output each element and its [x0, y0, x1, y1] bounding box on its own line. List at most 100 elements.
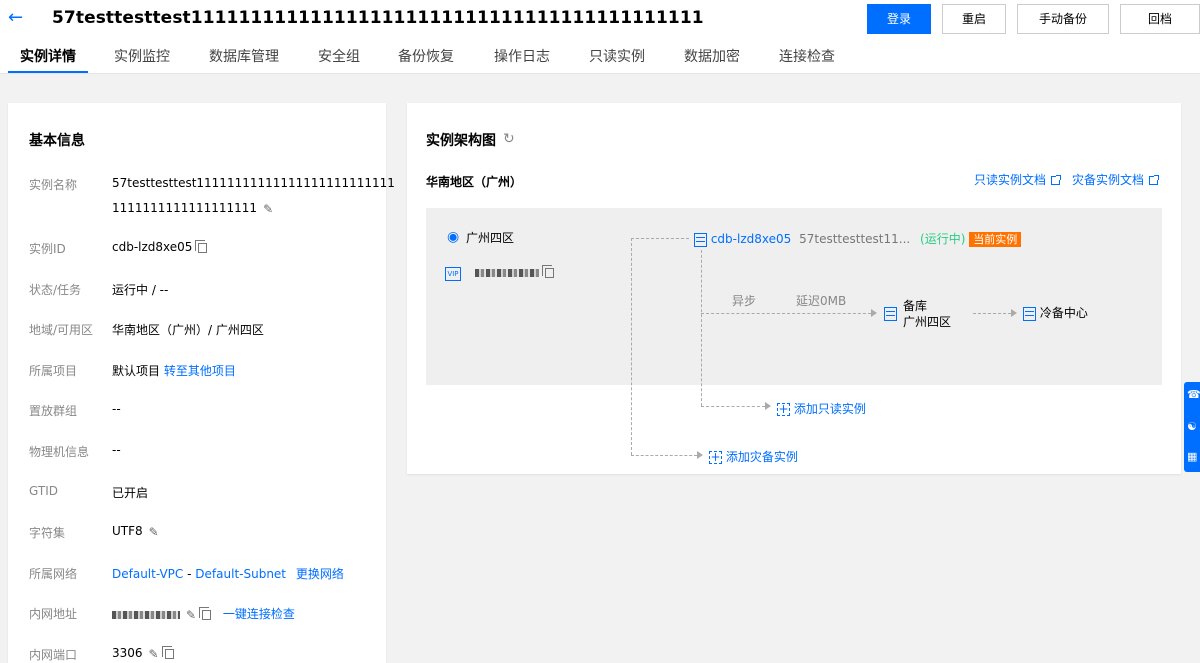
charset-value: UTF8 [112, 524, 143, 538]
copy-icon[interactable] [195, 239, 208, 253]
tab-readonly-instance[interactable]: 只读实例 [589, 46, 645, 74]
charset-label: 字符集 [29, 526, 66, 540]
add-readonly-instance[interactable]: + 添加只读实例 [777, 400, 866, 417]
masked-ip-address [112, 610, 180, 619]
master-instance-name: 57testtesttest11... [799, 232, 911, 246]
phone-icon[interactable]: ☎ [1187, 388, 1200, 401]
plus-icon: + [709, 450, 722, 464]
zone-label: 广州四区 [466, 231, 515, 245]
tab-db-management[interactable]: 数据库管理 [209, 46, 279, 74]
grid-icon[interactable]: ▦ [1187, 450, 1197, 463]
intranet-port-label: 内网端口 [29, 648, 78, 662]
placement-group-value: -- [112, 402, 121, 416]
machine-info-label: 物理机信息 [29, 445, 90, 459]
masked-vip-address [475, 268, 540, 277]
architecture-title: 实例架构图 [426, 133, 496, 149]
subnet-link[interactable]: Default-Subnet [195, 567, 286, 581]
copy-icon[interactable] [161, 645, 174, 659]
arrow-icon [765, 402, 771, 410]
headset-icon[interactable]: ☯ [1187, 420, 1197, 433]
database-icon [1023, 306, 1036, 321]
login-button[interactable]: 登录 [867, 4, 931, 34]
connector-line [973, 313, 1011, 314]
slave-label: 备库 [903, 299, 928, 313]
restart-button[interactable]: 重启 [942, 4, 1006, 34]
tab-connection-check[interactable]: 连接检查 [779, 46, 835, 74]
arrow-icon [871, 309, 877, 317]
add-dr-instance[interactable]: + 添加灾备实例 [709, 448, 798, 465]
intranet-address-label: 内网地址 [29, 607, 78, 621]
status-value: 运行中 / -- [112, 283, 169, 297]
architecture-diagram: ◉ 广州四区 VIP cdb-lzd8xe05 57testtesttest11… [426, 208, 1162, 385]
gtid-value: 已开启 [112, 486, 149, 500]
machine-info-value: -- [112, 443, 121, 457]
arrow-icon [1011, 309, 1017, 317]
intranet-port-wrap: 3306 ✎ [112, 645, 174, 661]
edit-icon[interactable]: ✎ [149, 525, 159, 539]
project-value: 默认项目 [112, 364, 161, 378]
instance-name-line2-wrap: 1111111111111111111 ✎ [112, 201, 273, 216]
external-link-icon [1149, 175, 1160, 185]
intranet-port-value: 3306 [112, 646, 143, 660]
database-icon [694, 232, 707, 247]
master-status: (运行中) [920, 232, 966, 246]
one-click-check-link[interactable]: 一键连接检查 [223, 607, 295, 621]
architecture-card: 实例架构图 ↻ 华南地区（广州） 只读实例文档 灾备实例文档 ◉ 广州四区 VI… [407, 103, 1181, 474]
architecture-region: 华南地区（广州） [426, 175, 523, 189]
cold-backup-center: 冷备中心 [1023, 304, 1088, 321]
tab-data-encryption[interactable]: 数据加密 [684, 46, 740, 74]
master-instance-id[interactable]: cdb-lzd8xe05 [711, 232, 791, 246]
instance-id-wrap: cdb-lzd8xe05 [112, 239, 208, 254]
sync-delay-label: 延迟0MB [796, 294, 847, 308]
tab-security-group[interactable]: 安全组 [318, 46, 360, 74]
edit-icon[interactable]: ✎ [186, 608, 196, 622]
readonly-doc-link[interactable]: 只读实例文档 [974, 171, 1062, 188]
dr-doc-link[interactable]: 灾备实例文档 [1072, 171, 1160, 188]
vip-row: VIP [445, 264, 555, 281]
dr-doc-label: 灾备实例文档 [1072, 173, 1145, 187]
external-link-icon [1051, 175, 1062, 185]
location-pin-icon: ◉ [447, 229, 460, 245]
back-arrow-icon[interactable]: ← [8, 8, 28, 28]
network-label: 所属网络 [29, 567, 78, 581]
copy-icon[interactable] [199, 606, 212, 620]
vip-icon: VIP [445, 267, 461, 281]
placement-group-label: 置放群组 [29, 404, 78, 418]
gtid-label: GTID [29, 484, 58, 498]
tab-instance-detail[interactable]: 实例详情 [8, 46, 88, 74]
network-wrap: Default-VPC - Default-Subnet 更换网络 [112, 565, 344, 582]
cold-backup-label: 冷备中心 [1039, 306, 1088, 320]
connector-line [701, 250, 702, 406]
edit-icon[interactable]: ✎ [149, 647, 159, 661]
change-project-link[interactable]: 转至其他项目 [164, 364, 236, 378]
manual-backup-button[interactable]: 手动备份 [1017, 4, 1109, 34]
instance-name-line1: 57testtesttest11111111111111111111111111 [112, 176, 395, 190]
page-header: ← 57testtesttest111111111111111111111111… [0, 0, 1200, 74]
tab-monitor[interactable]: 实例监控 [114, 46, 170, 74]
copy-icon[interactable] [542, 264, 555, 278]
plus-icon: + [777, 402, 790, 416]
project-label: 所属项目 [29, 364, 78, 378]
region-value: 华南地区（广州）/ 广州四区 [112, 323, 264, 337]
connector-line [701, 406, 765, 407]
add-readonly-label: 添加只读实例 [793, 402, 866, 416]
change-network-link[interactable]: 更换网络 [296, 567, 344, 581]
basic-info-card: 基本信息 实例名称 57testtesttest1111111111111111… [8, 103, 395, 663]
network-separator: - [187, 567, 192, 581]
instance-id-value: cdb-lzd8xe05 [112, 240, 193, 254]
slave-zone: 广州四区 [903, 315, 952, 329]
edit-icon[interactable]: ✎ [263, 202, 273, 216]
instance-name-line2: 1111111111111111111 [112, 201, 258, 215]
database-icon [884, 306, 897, 321]
tab-operation-log[interactable]: 操作日志 [494, 46, 550, 74]
connector-line [701, 313, 871, 314]
tab-backup-restore[interactable]: 备份恢复 [398, 46, 454, 74]
sync-mode-label: 异步 [732, 294, 757, 308]
instance-name-label: 实例名称 [29, 178, 78, 192]
current-instance-badge: 当前实例 [969, 232, 1022, 247]
vpc-link[interactable]: Default-VPC [112, 567, 183, 581]
connector-line [631, 238, 632, 455]
rollback-button[interactable]: 回档 [1120, 4, 1200, 34]
region-label: 地域/可用区 [29, 323, 94, 337]
refresh-icon[interactable]: ↻ [503, 131, 515, 147]
